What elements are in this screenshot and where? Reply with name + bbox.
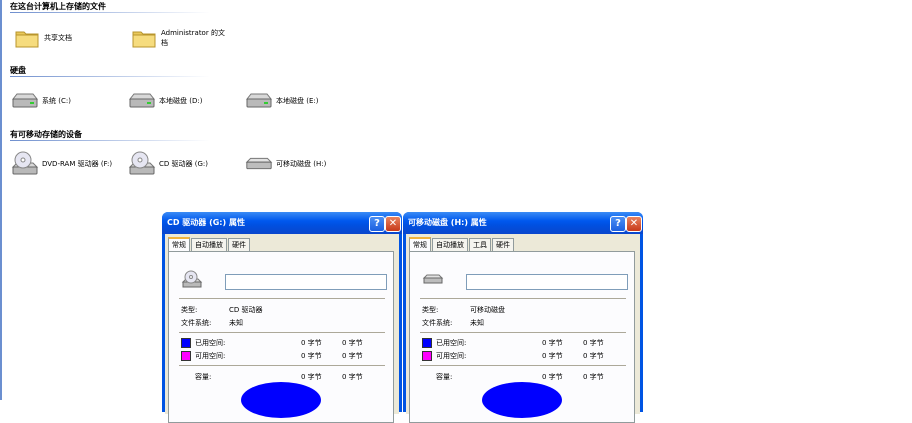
item-label: Administrator 的文 档 bbox=[161, 29, 225, 47]
capacity-label: 容量: bbox=[195, 373, 212, 381]
close-button[interactable]: ✕ bbox=[626, 216, 642, 232]
item-label: 系统 (C:) bbox=[42, 97, 71, 105]
explorer-left-border bbox=[0, 0, 2, 400]
item-label: CD 驱动器 (G:) bbox=[159, 160, 208, 168]
item-drive-h[interactable]: 可移动磁盘 (H:) bbox=[244, 150, 327, 178]
group-divider bbox=[10, 12, 210, 13]
item-drive-d[interactable]: 本地磁盘 (D:) bbox=[127, 87, 202, 115]
disk-usage-pie bbox=[241, 382, 321, 418]
item-drive-c[interactable]: 系统 (C:) bbox=[10, 87, 71, 115]
used-space-label: 已用空间: bbox=[436, 339, 467, 347]
free-space-swatch bbox=[422, 351, 432, 361]
general-panel: 类型: 可移动磁盘 文件系统: 未知 已用空间: 0 字节 0 字节 可用空间:… bbox=[409, 251, 635, 423]
hard-drive-icon bbox=[10, 88, 40, 114]
used-space-swatch bbox=[181, 338, 191, 348]
volume-label-input[interactable] bbox=[225, 274, 387, 290]
item-label: 本地磁盘 (E:) bbox=[276, 97, 319, 105]
type-value: 可移动磁盘 bbox=[470, 306, 505, 314]
free-space-swatch bbox=[181, 351, 191, 361]
help-button[interactable]: ? bbox=[610, 216, 626, 232]
general-panel: 类型: CD 驱动器 文件系统: 未知 已用空间: 0 字节 0 字节 可用空间… bbox=[168, 251, 394, 423]
free-space-bytes: 0 字节 bbox=[301, 352, 322, 360]
folder-icon bbox=[12, 25, 42, 51]
tab-hardware[interactable]: 硬件 bbox=[228, 238, 250, 252]
free-space-size: 0 字节 bbox=[342, 352, 363, 360]
group-title-hard-disks: 硬盘 bbox=[10, 66, 26, 75]
free-space-size: 0 字节 bbox=[583, 352, 604, 360]
separator bbox=[179, 298, 385, 299]
removable-disk-icon bbox=[422, 272, 444, 288]
separator bbox=[420, 332, 626, 333]
dialog-body: 常规 自动播放 硬件 类型: CD 驱动器 文件系统: 未知 已用空间: 0 字… bbox=[165, 234, 399, 423]
tab-hardware[interactable]: 硬件 bbox=[492, 238, 514, 252]
item-label: 可移动磁盘 (H:) bbox=[276, 160, 327, 168]
close-button[interactable]: ✕ bbox=[385, 216, 401, 232]
item-label: DVD-RAM 驱动器 (F:) bbox=[42, 160, 113, 168]
hard-drive-icon bbox=[127, 88, 157, 114]
folder-icon bbox=[129, 25, 159, 51]
capacity-size: 0 字节 bbox=[583, 373, 604, 381]
separator bbox=[179, 365, 385, 366]
group-divider bbox=[10, 140, 210, 141]
item-shared-documents[interactable]: 共享文档 bbox=[12, 24, 72, 52]
tab-tools[interactable]: 工具 bbox=[469, 238, 491, 252]
used-space-size: 0 字节 bbox=[342, 339, 363, 347]
hard-drive-icon bbox=[244, 88, 274, 114]
tab-autoplay[interactable]: 自动播放 bbox=[432, 238, 468, 252]
item-drive-g[interactable]: CD 驱动器 (G:) bbox=[127, 150, 208, 178]
tab-autoplay[interactable]: 自动播放 bbox=[191, 238, 227, 252]
type-label: 类型: bbox=[181, 306, 198, 314]
type-value: CD 驱动器 bbox=[229, 306, 263, 314]
tab-strip: 常规 自动播放 工具 硬件 bbox=[409, 237, 515, 254]
properties-dialog-drive-h: 可移动磁盘 (H:) 属性 ? ✕ 常规 自动播放 工具 硬件 类型: 可移动磁… bbox=[403, 212, 643, 423]
capacity-label: 容量: bbox=[436, 373, 453, 381]
dialog-body: 常规 自动播放 工具 硬件 类型: 可移动磁盘 文件系统: 未知 已用空间: 0… bbox=[406, 234, 640, 423]
dvd-drive-icon bbox=[10, 151, 40, 177]
used-space-size: 0 字节 bbox=[583, 339, 604, 347]
capacity-bytes: 0 字节 bbox=[542, 373, 563, 381]
removable-disk-icon bbox=[244, 151, 274, 177]
cd-drive-icon bbox=[127, 151, 157, 177]
type-label: 类型: bbox=[422, 306, 439, 314]
item-drive-f[interactable]: DVD-RAM 驱动器 (F:) bbox=[10, 150, 112, 178]
filesystem-value: 未知 bbox=[229, 319, 243, 327]
filesystem-label: 文件系统: bbox=[181, 319, 212, 327]
item-label: 本地磁盘 (D:) bbox=[159, 97, 203, 105]
used-space-label: 已用空间: bbox=[195, 339, 226, 347]
capacity-bytes: 0 字节 bbox=[301, 373, 322, 381]
item-admin-documents[interactable]: Administrator 的文 档 bbox=[129, 24, 225, 52]
volume-label-input[interactable] bbox=[466, 274, 628, 290]
group-title-removable: 有可移动存储的设备 bbox=[10, 130, 82, 139]
separator bbox=[420, 365, 626, 366]
used-space-swatch bbox=[422, 338, 432, 348]
tab-strip: 常规 自动播放 硬件 bbox=[168, 237, 251, 254]
filesystem-label: 文件系统: bbox=[422, 319, 453, 327]
separator bbox=[420, 298, 626, 299]
free-space-label: 可用空间: bbox=[436, 352, 467, 360]
item-label: 共享文档 bbox=[44, 34, 72, 42]
separator bbox=[179, 332, 385, 333]
disk-usage-pie bbox=[482, 382, 562, 418]
free-space-bytes: 0 字节 bbox=[542, 352, 563, 360]
item-drive-e[interactable]: 本地磁盘 (E:) bbox=[244, 87, 318, 115]
dialog-title-bar[interactable]: CD 驱动器 (G:) 属性 ? ✕ bbox=[162, 212, 402, 234]
used-space-bytes: 0 字节 bbox=[301, 339, 322, 347]
filesystem-value: 未知 bbox=[470, 319, 484, 327]
dialog-title: CD 驱动器 (G:) 属性 bbox=[167, 218, 245, 227]
dialog-title-bar[interactable]: 可移动磁盘 (H:) 属性 ? ✕ bbox=[403, 212, 643, 234]
group-title-stored-files: 在这台计算机上存储的文件 bbox=[10, 2, 106, 11]
group-divider bbox=[10, 76, 210, 77]
help-button[interactable]: ? bbox=[369, 216, 385, 232]
cd-drive-icon bbox=[181, 270, 203, 292]
capacity-size: 0 字节 bbox=[342, 373, 363, 381]
used-space-bytes: 0 字节 bbox=[542, 339, 563, 347]
properties-dialog-drive-g: CD 驱动器 (G:) 属性 ? ✕ 常规 自动播放 硬件 类型: CD 驱动器… bbox=[162, 212, 402, 423]
free-space-label: 可用空间: bbox=[195, 352, 226, 360]
dialog-title: 可移动磁盘 (H:) 属性 bbox=[408, 218, 487, 227]
